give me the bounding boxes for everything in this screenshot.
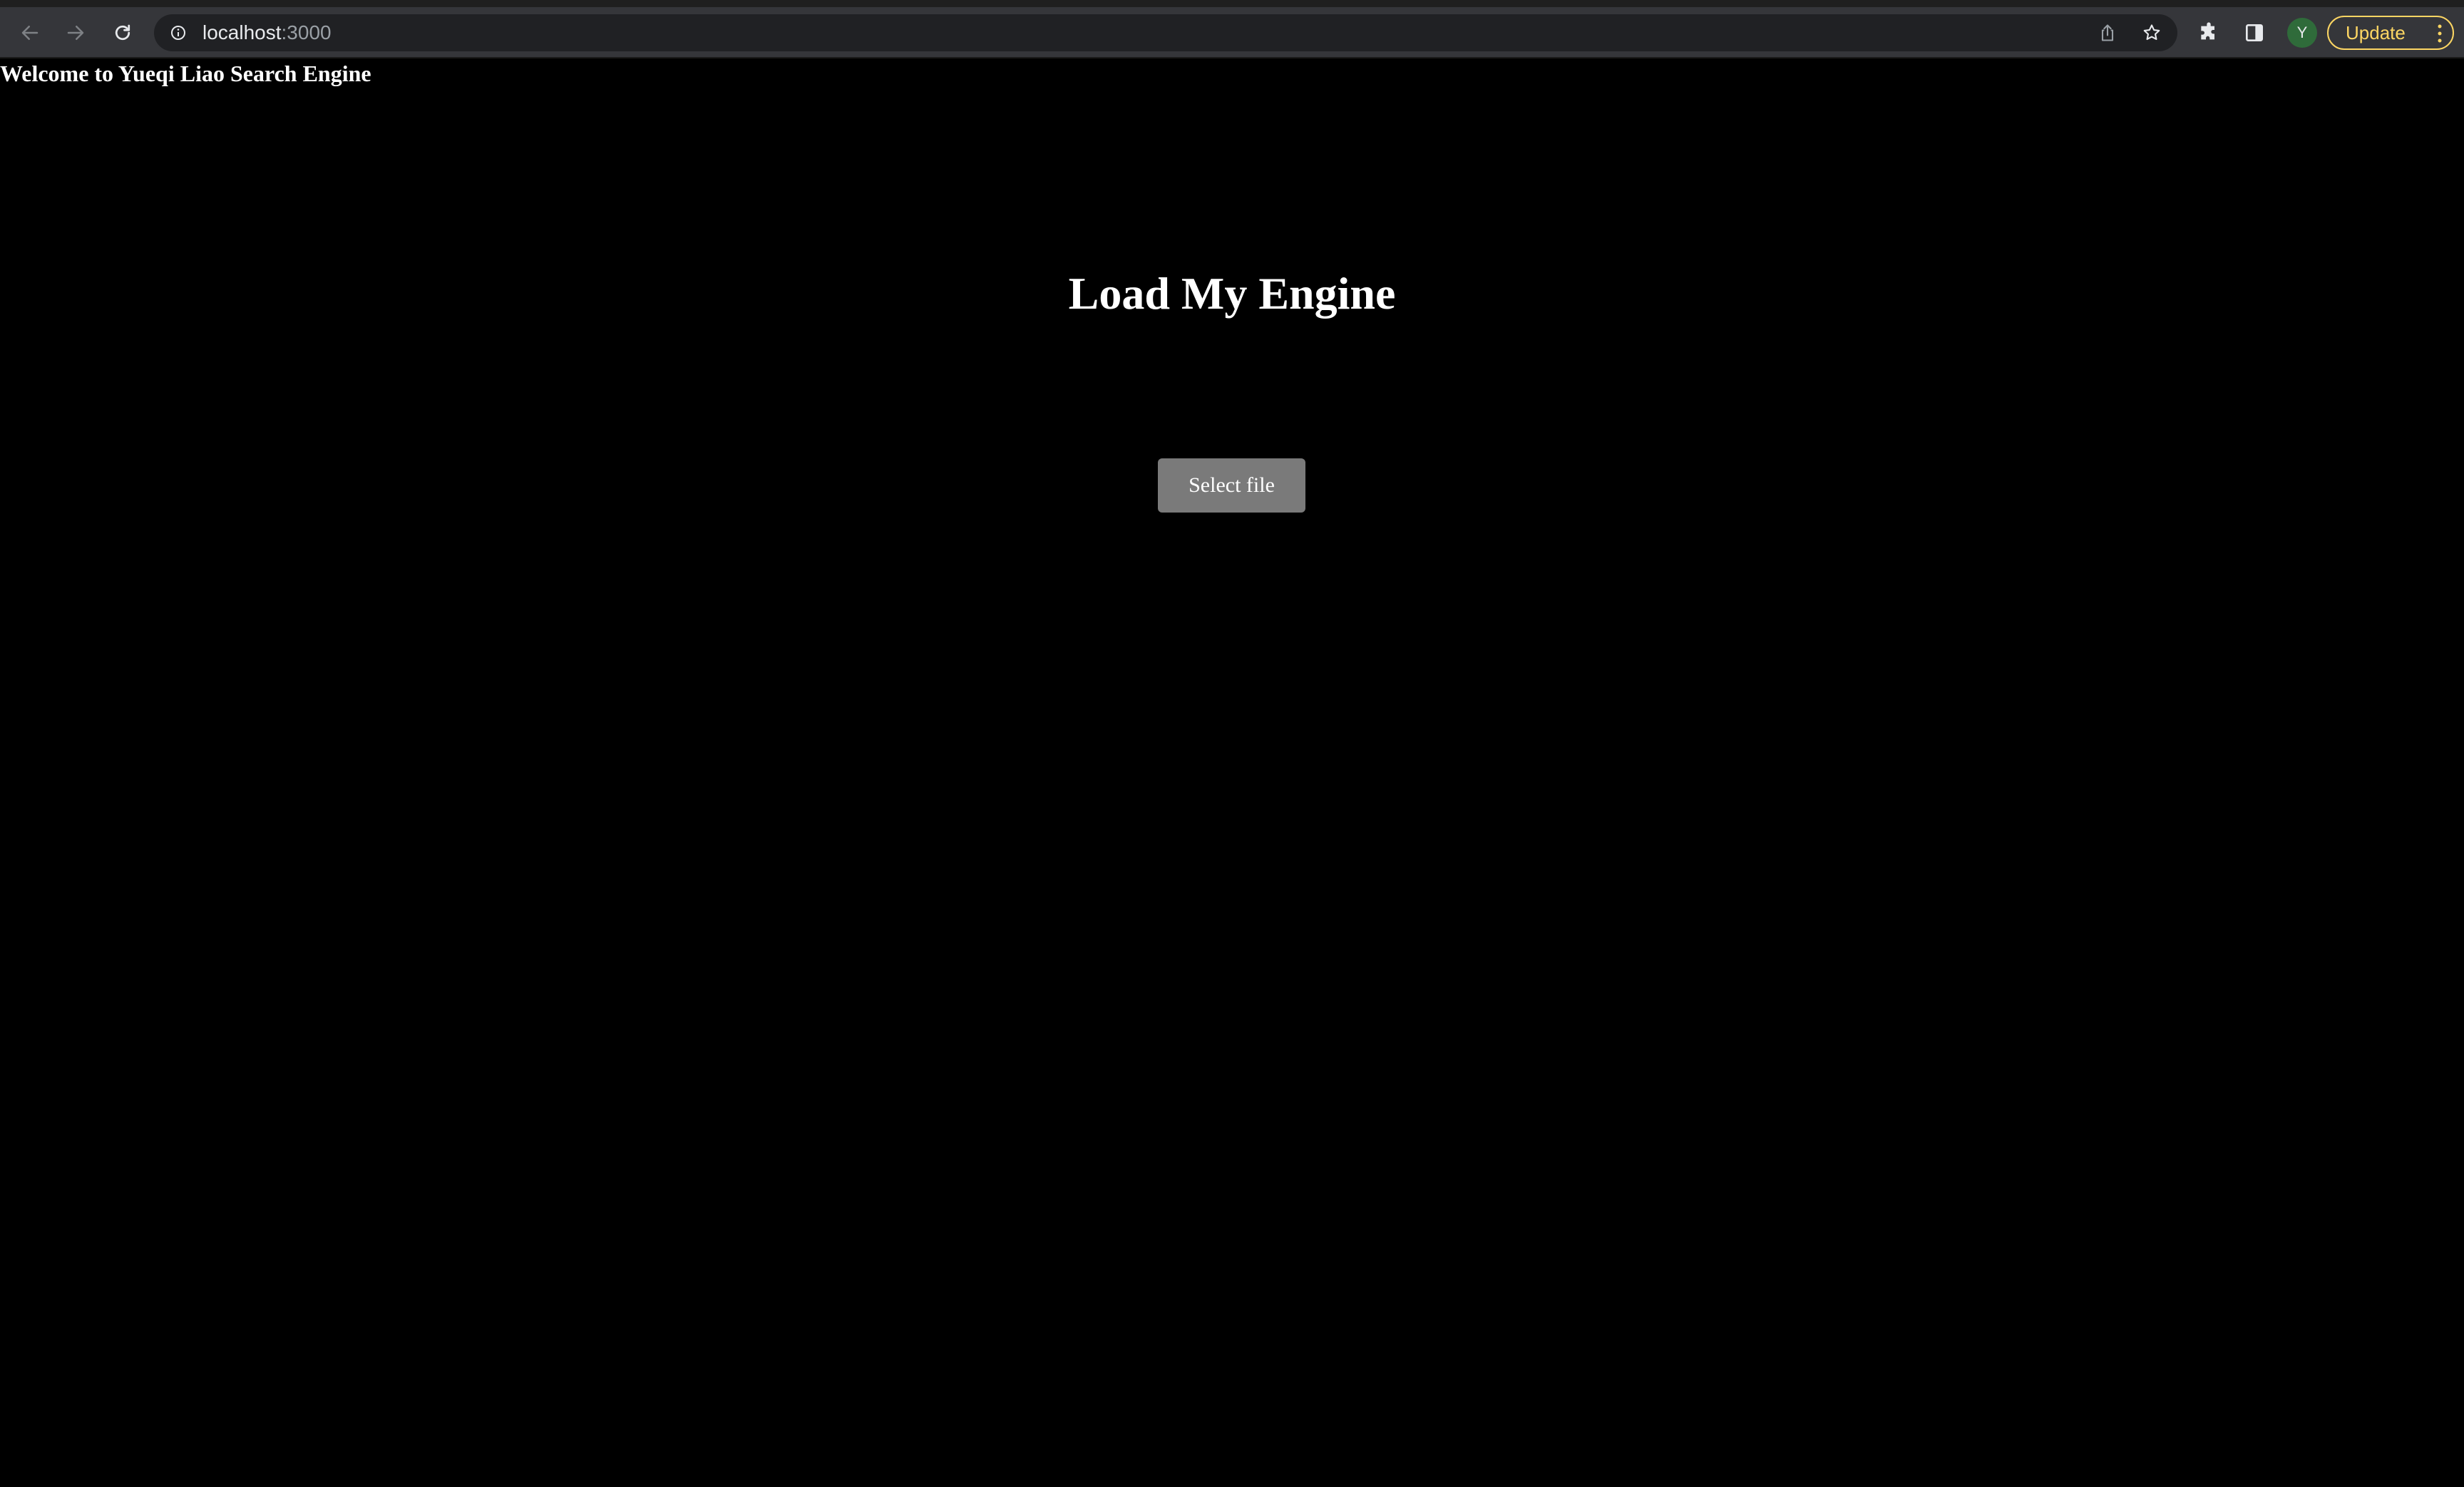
welcome-heading: Welcome to Yueqi Liao Search Engine: [0, 61, 371, 86]
select-file-button[interactable]: Select file: [1158, 458, 1305, 513]
kebab-menu-icon: [2438, 24, 2442, 43]
share-icon[interactable]: [2098, 23, 2118, 43]
browser-toolbar: localhost:3000 Y Update: [0, 7, 2464, 58]
url-port: :3000: [281, 21, 332, 43]
arrow-right-icon: [67, 26, 84, 40]
tab-strip: [0, 0, 2464, 7]
back-button[interactable]: [16, 19, 44, 47]
url-host: localhost: [202, 21, 282, 43]
address-bar[interactable]: localhost:3000: [154, 14, 2177, 51]
forward-button[interactable]: [61, 19, 90, 47]
arrow-left-icon: [21, 26, 38, 40]
side-panel-icon[interactable]: [2243, 21, 2266, 44]
update-label: Update: [2346, 21, 2406, 43]
profile-avatar[interactable]: Y: [2287, 18, 2317, 48]
reload-button[interactable]: [108, 19, 137, 47]
page-title: Load My Engine: [1068, 268, 1396, 319]
info-icon[interactable]: [170, 24, 187, 41]
url-text[interactable]: localhost:3000: [202, 14, 332, 51]
update-button[interactable]: Update: [2327, 16, 2454, 50]
star-icon[interactable]: [2142, 23, 2162, 43]
puzzle-icon[interactable]: [2197, 21, 2220, 44]
reload-icon: [115, 24, 130, 41]
